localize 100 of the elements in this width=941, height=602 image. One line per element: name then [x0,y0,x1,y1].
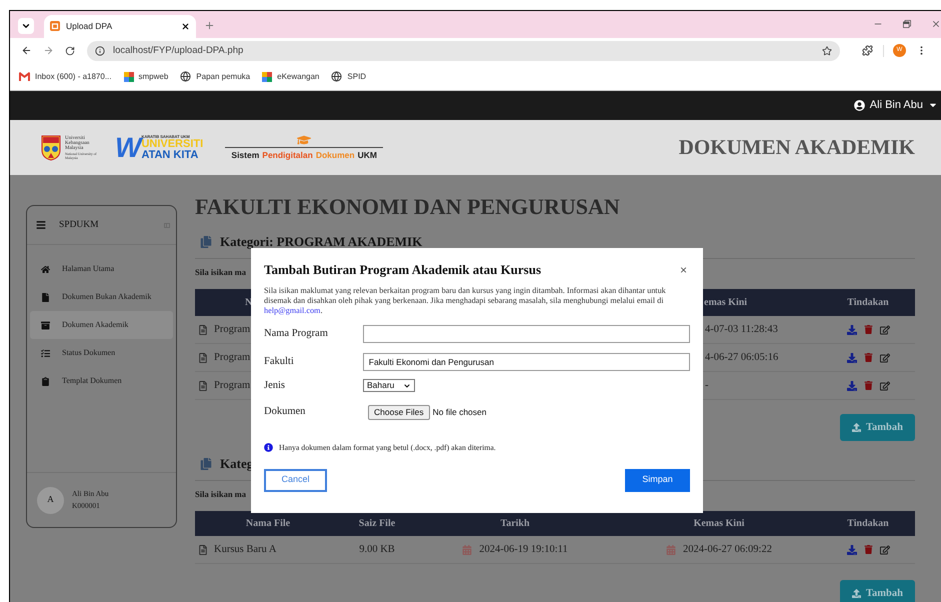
bookmark-star-icon[interactable] [822,46,832,56]
address-field[interactable]: localhost/FYP/upload-DPA.php [87,40,840,61]
logo-text: Pendigitalan [262,149,313,162]
bookmark-link[interactable]: SPID [331,70,366,83]
column-header: Kemas Kini [694,517,744,531]
edit-button[interactable] [880,324,890,334]
logo-text: UKM [358,149,377,162]
document-icon [198,544,208,554]
faculty-title: FAKULTI EKONOMI DAN PENGURUSAN [195,192,620,220]
table-cell-text: 9.00 KB [359,542,395,557]
type-dropdown[interactable]: Baharu [363,379,415,392]
table-cell-text: Program [214,350,250,365]
download-button[interactable] [846,380,856,390]
new-tab-icon[interactable] [204,20,215,31]
reload-icon[interactable] [65,46,75,56]
sidebar-item[interactable]: Status Dokumen [30,339,173,367]
table-cell-text: 4-06-27 06:05:16 [705,350,778,365]
sidebar-item[interactable]: Halaman Utama [30,255,173,283]
delete-button[interactable] [864,353,872,362]
instructions-text: Sila isikan ma [195,266,246,278]
sidebar-item[interactable]: Templat Dokumen [30,367,173,395]
delete-button[interactable] [864,545,872,554]
edit-button[interactable] [880,380,890,390]
calendar-icon [462,544,472,554]
edit-button[interactable] [880,352,890,362]
sidebar-item[interactable]: Dokumen Bukan Akademik [30,283,173,311]
logo-initial: W [115,134,142,161]
delete-button[interactable] [864,325,872,334]
document-icon [198,352,208,362]
delete-button[interactable] [864,381,872,390]
chevron-icon [403,382,411,390]
browser-tab[interactable]: Upload DPA [44,14,196,38]
download-button[interactable] [846,544,856,554]
bookmark-link[interactable]: Inbox (600) - a1870... [19,70,112,83]
field-label: Jenis [264,378,286,393]
site-info-icon[interactable] [95,46,105,56]
document-icon [198,324,208,334]
table-cell-text: 2024-06-27 06:09:22 [683,542,772,557]
bookmark-link[interactable]: Papan pemuka [180,70,250,83]
documents-icon [200,236,212,248]
bookmark-link[interactable]: eKewangan [262,70,320,83]
table-cell-text: 4-07-03 11:28:43 [705,322,778,337]
restore-icon[interactable] [903,20,911,28]
sidebar-item[interactable]: Dokumen Akademik [30,311,173,339]
column-header: N [245,296,252,310]
close-window-icon[interactable] [931,18,941,29]
document-icon [198,380,208,390]
globe-icon [180,71,192,82]
tab-list-button[interactable] [18,18,34,34]
instructions-text: Sila isikan ma [195,488,246,500]
text-field[interactable]: Fakulti Ekonomi dan Pengurusan [362,353,690,371]
choose-files-button[interactable]: Choose Files [368,404,430,420]
globe-icon [331,71,342,82]
crest-logo-icon [41,134,61,161]
upload-icon [852,589,862,598]
tab-title: Upload DPA [66,20,112,33]
site-icon [50,21,60,32]
category-heading: Kategori: PROGRAM AKADEMIK [220,233,422,252]
info-icon [264,443,273,452]
table-cell-text: - [705,378,708,393]
archive-icon [41,320,50,330]
brand-text: SPDUKM [59,218,99,232]
app-icon [262,72,272,82]
close-button[interactable]: × [680,261,687,279]
user-avatar: A [37,486,64,514]
text-field[interactable] [362,325,690,343]
extensions-icon[interactable] [862,45,873,56]
url-text: localhost/FYP/upload-DPA.php [113,44,244,58]
table-cell-text: Program [214,322,250,337]
logo-text: Dokumen [316,149,355,162]
cancel-button[interactable]: Cancel [264,468,327,492]
back-icon[interactable] [21,45,32,56]
table-cell-text: 2024-06-19 19:10:11 [479,542,568,557]
file-icon [41,292,50,302]
forward-icon[interactable] [43,45,54,56]
calendar-icon [666,544,676,554]
column-header: Tindakan [847,296,889,310]
dialog-description: Sila isikan maklumat yang relevan berkaitan program baru dan kursus yang ingin ditambah. Informasi akan dihantar untuk disemak dan disahkan oleh pihak yang berkenaan. Jika menghadapi sebarang masalah, sila menghubungi melalui email di help@gmail.com. [264,286,667,316]
column-header: Tarikh [500,517,530,531]
save-button[interactable]: Simpan [625,468,690,492]
user-menu[interactable]: Ali Bin Abu [870,97,923,114]
home-icon [41,264,50,274]
edit-button[interactable] [880,544,890,554]
bookmark-link[interactable]: smpweb [124,70,168,83]
clipboard-icon [41,376,50,386]
download-button[interactable] [846,324,856,334]
column-header: Nama File [246,517,290,531]
download-button[interactable] [846,352,856,362]
app-icon [124,72,134,82]
close-icon[interactable] [181,22,190,31]
email-link[interactable]: help@gmail.com [264,306,320,315]
column-header: Saiz File [358,517,396,531]
logo-text: Sistem [231,149,260,162]
documents-icon [200,458,212,470]
dialog-title: Tambah Butiran Program Akademik atau Kursus [264,261,542,280]
table-cell-text: Program [214,378,250,393]
field-label: Nama Program [264,327,329,342]
page-title: DOKUMEN AKADEMIK [678,134,915,161]
file-status: No file chosen [432,406,486,418]
column-header: emas Kini [704,296,748,310]
